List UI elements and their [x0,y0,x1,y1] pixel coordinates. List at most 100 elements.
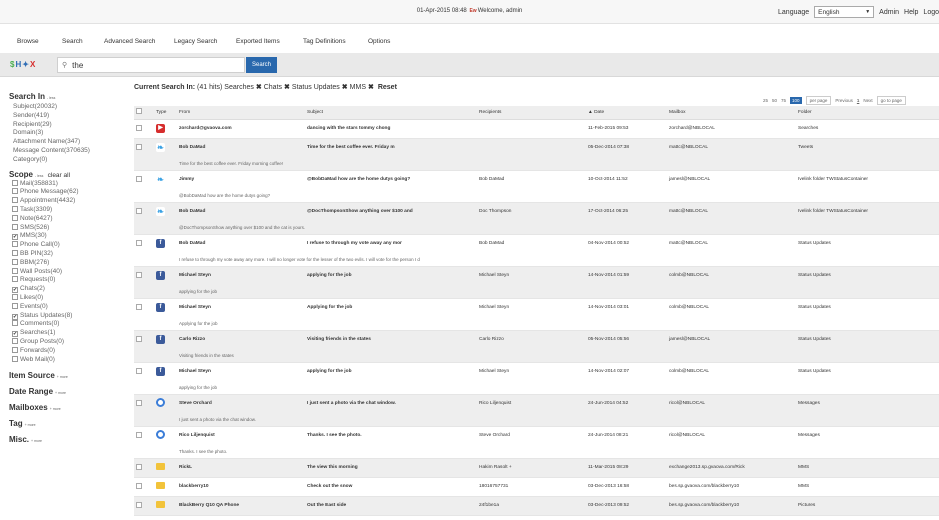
search-button[interactable]: Search [246,57,277,73]
row-select-cell[interactable] [134,425,154,445]
row-checkbox[interactable] [136,463,142,470]
table-row[interactable]: Steve Orchard I just sent a photo via the… [134,393,939,413]
scope-item[interactable]: Phone Call(0) [12,241,121,250]
row-select-cell[interactable] [134,201,154,221]
filter-section-heading[interactable]: Tag + more [9,419,121,428]
table-row[interactable]: BlackBerry Q10 QA Phone Out the East side… [134,495,939,515]
close-icon[interactable]: ✖ [256,84,262,91]
scope-less-link[interactable]: - less [35,174,43,178]
checkbox[interactable] [12,205,18,212]
row-select-cell[interactable] [134,393,154,413]
checkbox[interactable] [12,355,18,362]
table-row[interactable]: ▶ zorchard@gvaova.com dancing with the sta… [134,118,939,138]
delete-icon[interactable]: X [30,60,35,69]
search-in-item[interactable]: Attachment Name(347) [13,138,121,147]
row-select-cell[interactable] [134,457,154,477]
search-in-item[interactable]: Category(0) [13,156,121,165]
column-header-date[interactable]: ▲ Date [586,106,667,120]
column-header-folder[interactable]: Folder [796,106,939,120]
table-row[interactable]: Rico Liljenquist Thanks. I see the photo.… [134,425,939,445]
more-link[interactable]: + more [50,407,61,411]
logout-link[interactable]: Logo [923,9,939,16]
row-select-cell[interactable] [134,169,154,189]
close-icon[interactable]: ✖ [284,84,290,91]
filter-section-heading[interactable]: Date Range + more [9,387,121,396]
table-row[interactable]: f Michael Steyn applying for the job Michae… [134,361,939,381]
language-select[interactable]: English ▼ [814,6,875,18]
scope-item[interactable]: Requests(0) [12,276,121,285]
table-row[interactable]: ❧ Bob DaMad Time for the best coffee ever.… [134,137,939,157]
row-checkbox[interactable] [136,175,142,182]
checkbox-checked[interactable]: ✔ [12,313,18,320]
row-checkbox[interactable] [136,335,142,342]
row-checkbox[interactable] [136,431,142,438]
page-size-option[interactable]: 25 [763,98,768,103]
row-checkbox[interactable] [136,239,142,246]
row-select-cell[interactable] [134,118,154,138]
scope-item[interactable]: Task(3309) [12,205,121,215]
row-checkbox[interactable] [136,399,142,406]
row-checkbox[interactable] [136,482,142,489]
clear-all-link[interactable]: clear all [48,172,70,179]
row-checkbox[interactable] [136,303,142,310]
filter-section-heading[interactable]: Misc. + more [9,435,121,444]
admin-link[interactable]: Admin [879,9,899,16]
tab-tag-definitions[interactable]: Tag Definitions [303,38,346,45]
search-in-item[interactable]: Subject(20032) [13,103,121,112]
checkbox[interactable] [12,249,18,256]
checkbox[interactable] [12,188,18,195]
checkbox[interactable] [12,214,18,221]
row-checkbox[interactable] [136,501,142,508]
checkbox[interactable] [12,241,18,248]
checkbox[interactable] [12,346,18,353]
table-row[interactable]: Rick LiljenquistThe view this morningBla… [134,514,939,520]
tag-add-icon[interactable]: $ [10,60,14,69]
column-header-from[interactable]: From [177,106,305,120]
row-select-cell[interactable] [134,329,154,349]
select-all-checkbox[interactable] [136,108,142,115]
scope-item[interactable]: Forwards(0) [12,346,121,356]
checkbox-checked[interactable]: ✔ [12,331,18,338]
scope-item[interactable]: Phone Message(62) [12,188,121,197]
search-in-item[interactable]: Recipient(29) [13,121,121,130]
goto-page-input[interactable]: go to page [876,96,906,105]
scope-item[interactable]: BBM(276) [12,258,121,268]
tab-options[interactable]: Options [368,38,390,45]
table-row[interactable]: f Michael Steyn applying for the job Michae… [134,265,939,285]
page-size-option[interactable]: 50 [772,98,777,103]
table-row[interactable]: ❧ Bob DaMad @DocThompsonShow anything over… [134,201,939,221]
scope-item[interactable]: ✔ Status Updates(8) [12,312,121,321]
checkbox[interactable] [12,293,18,300]
row-select-cell[interactable] [134,137,154,157]
scope-item[interactable]: Likes(0) [12,293,121,303]
row-checkbox[interactable] [136,367,142,374]
table-row[interactable]: ❧ Jimmy @BobDaMad how are the home dutys g… [134,169,939,189]
scope-item[interactable]: Wall Posts(40) [12,267,121,277]
scope-item[interactable]: ✔ Searches(1) [12,329,121,338]
row-select-cell[interactable] [134,297,154,317]
more-link[interactable]: + more [55,391,66,395]
page-size-selected[interactable]: 100 [790,97,802,104]
checkbox[interactable] [12,267,18,274]
table-row[interactable]: RickL The view this morning Hakim Rasolt +… [134,457,939,477]
row-select-cell[interactable] [134,476,154,496]
scope-item[interactable]: Note(6427) [12,214,121,224]
row-checkbox[interactable] [136,207,142,214]
column-header-recipients[interactable]: Recipients [477,106,586,120]
more-link[interactable]: + more [31,439,42,443]
tag-icon[interactable]: H [15,60,21,69]
scope-item[interactable]: BB PIN(32) [12,249,121,259]
row-checkbox[interactable] [136,271,142,278]
row-checkbox[interactable] [136,124,142,131]
column-header-type[interactable]: Type [154,106,177,120]
search-in-less-link[interactable]: - less [47,96,55,100]
checkbox[interactable] [12,302,18,309]
select-all-header[interactable] [134,106,154,120]
table-row[interactable]: f Carlo Rizzo Visiting friends in the stat… [134,329,939,349]
close-icon[interactable]: ✖ [368,84,374,91]
row-select-cell[interactable] [134,233,154,253]
more-link[interactable]: + more [57,375,68,379]
tab-browse[interactable]: Browse [17,38,39,45]
row-select-cell[interactable] [134,361,154,381]
scope-item[interactable]: Appointment(4432) [12,197,121,206]
